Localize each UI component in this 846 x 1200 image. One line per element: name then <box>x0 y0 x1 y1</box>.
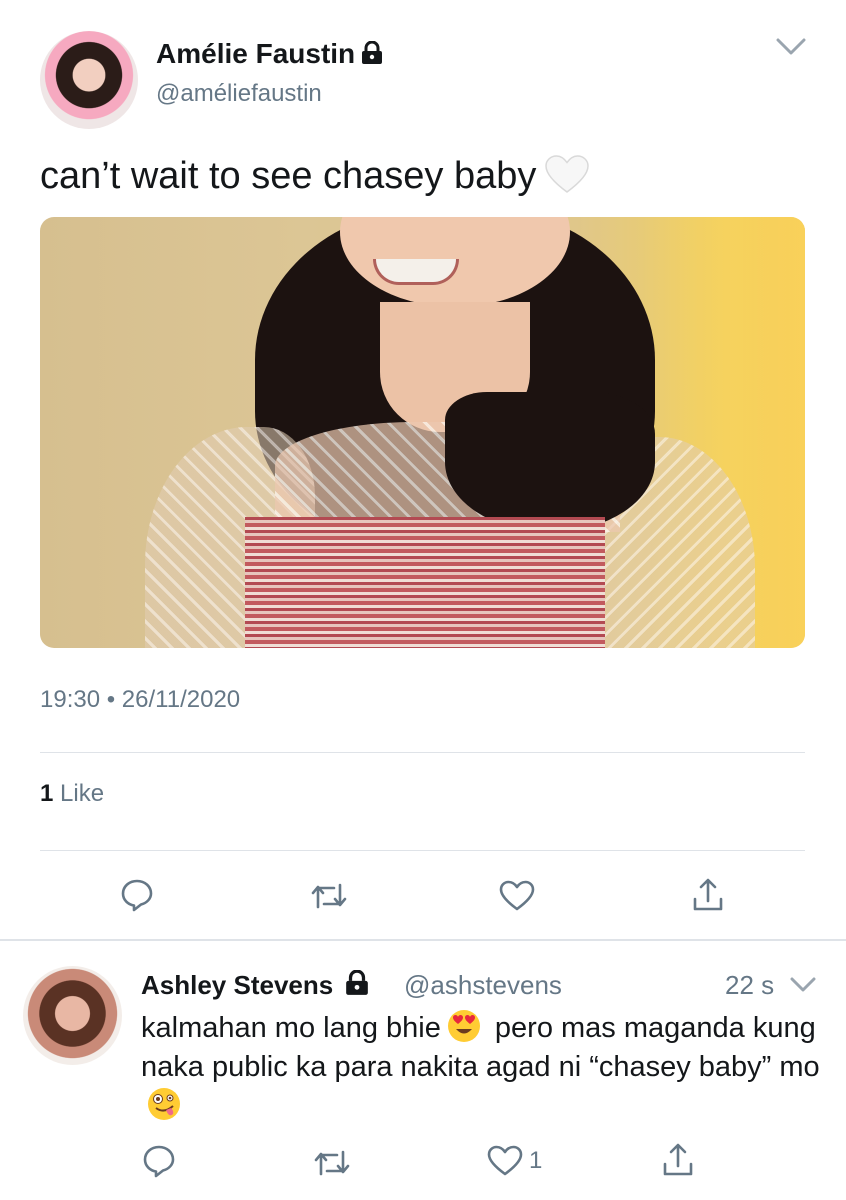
reply-author-name-text: Ashley Stevens <box>141 970 334 1000</box>
retweet-button[interactable] <box>313 1147 351 1179</box>
share-icon <box>693 878 723 911</box>
divider <box>40 752 805 753</box>
tweet-separator <box>0 939 846 941</box>
reply-text: kalmahan mo lang bhie pero mas maganda k… <box>141 1009 821 1126</box>
author-name-text: Amélie Faustin <box>156 38 356 69</box>
retweet-icon <box>314 1150 350 1176</box>
heart-icon <box>499 880 535 911</box>
avatar[interactable] <box>23 966 122 1065</box>
tweet-text: can’t wait to see chasey baby <box>40 154 590 204</box>
author-handle[interactable]: @améliefaustin <box>156 80 322 108</box>
retweet-button[interactable] <box>310 880 348 912</box>
heart-icon <box>487 1145 523 1176</box>
reply-author-handle[interactable]: @ashstevens <box>404 970 562 1001</box>
likes-count: 1 <box>40 780 54 807</box>
zany-face-emoji <box>147 1087 181 1121</box>
tweet-text-content: can’t wait to see chasey baby <box>40 155 537 197</box>
chevron-down-icon[interactable] <box>776 38 806 61</box>
heart-eyes-emoji <box>447 1009 481 1043</box>
likes-label: Like <box>60 780 105 807</box>
chevron-down-icon[interactable] <box>790 977 816 998</box>
tweet-photo[interactable] <box>40 217 805 648</box>
reply-icon <box>121 879 153 912</box>
reply-button[interactable] <box>142 1144 176 1178</box>
photo-hair-lower <box>445 392 655 532</box>
share-icon <box>663 1143 693 1176</box>
lock-icon <box>345 969 369 1003</box>
photo-tweed-dress <box>245 517 605 648</box>
author-name[interactable]: Amélie Faustin <box>156 38 383 72</box>
like-button[interactable] <box>499 880 535 912</box>
reply-author-name[interactable]: Ashley Stevens <box>141 969 369 1003</box>
reply-button[interactable] <box>120 878 154 912</box>
tweet-timestamp: 19:30 • 26/11/2020 <box>40 686 241 713</box>
main-tweet: Amélie Faustin @améliefaustin can’t wait… <box>0 0 846 940</box>
reply-text-part1: kalmahan mo lang bhie <box>141 1012 441 1044</box>
white-heart-emoji <box>544 154 590 204</box>
reply-icon <box>143 1145 175 1178</box>
likes-summary[interactable]: 1 Like <box>40 780 104 808</box>
reply-time: 22 s <box>725 970 775 1000</box>
share-button[interactable] <box>662 1142 694 1178</box>
divider <box>40 850 805 851</box>
retweet-icon <box>311 883 347 909</box>
photo-smile <box>373 259 459 285</box>
share-button[interactable] <box>692 877 724 913</box>
avatar[interactable] <box>40 31 138 129</box>
like-button[interactable]: 1 <box>487 1145 542 1177</box>
lock-icon <box>361 40 383 72</box>
reply-like-count: 1 <box>529 1147 543 1174</box>
